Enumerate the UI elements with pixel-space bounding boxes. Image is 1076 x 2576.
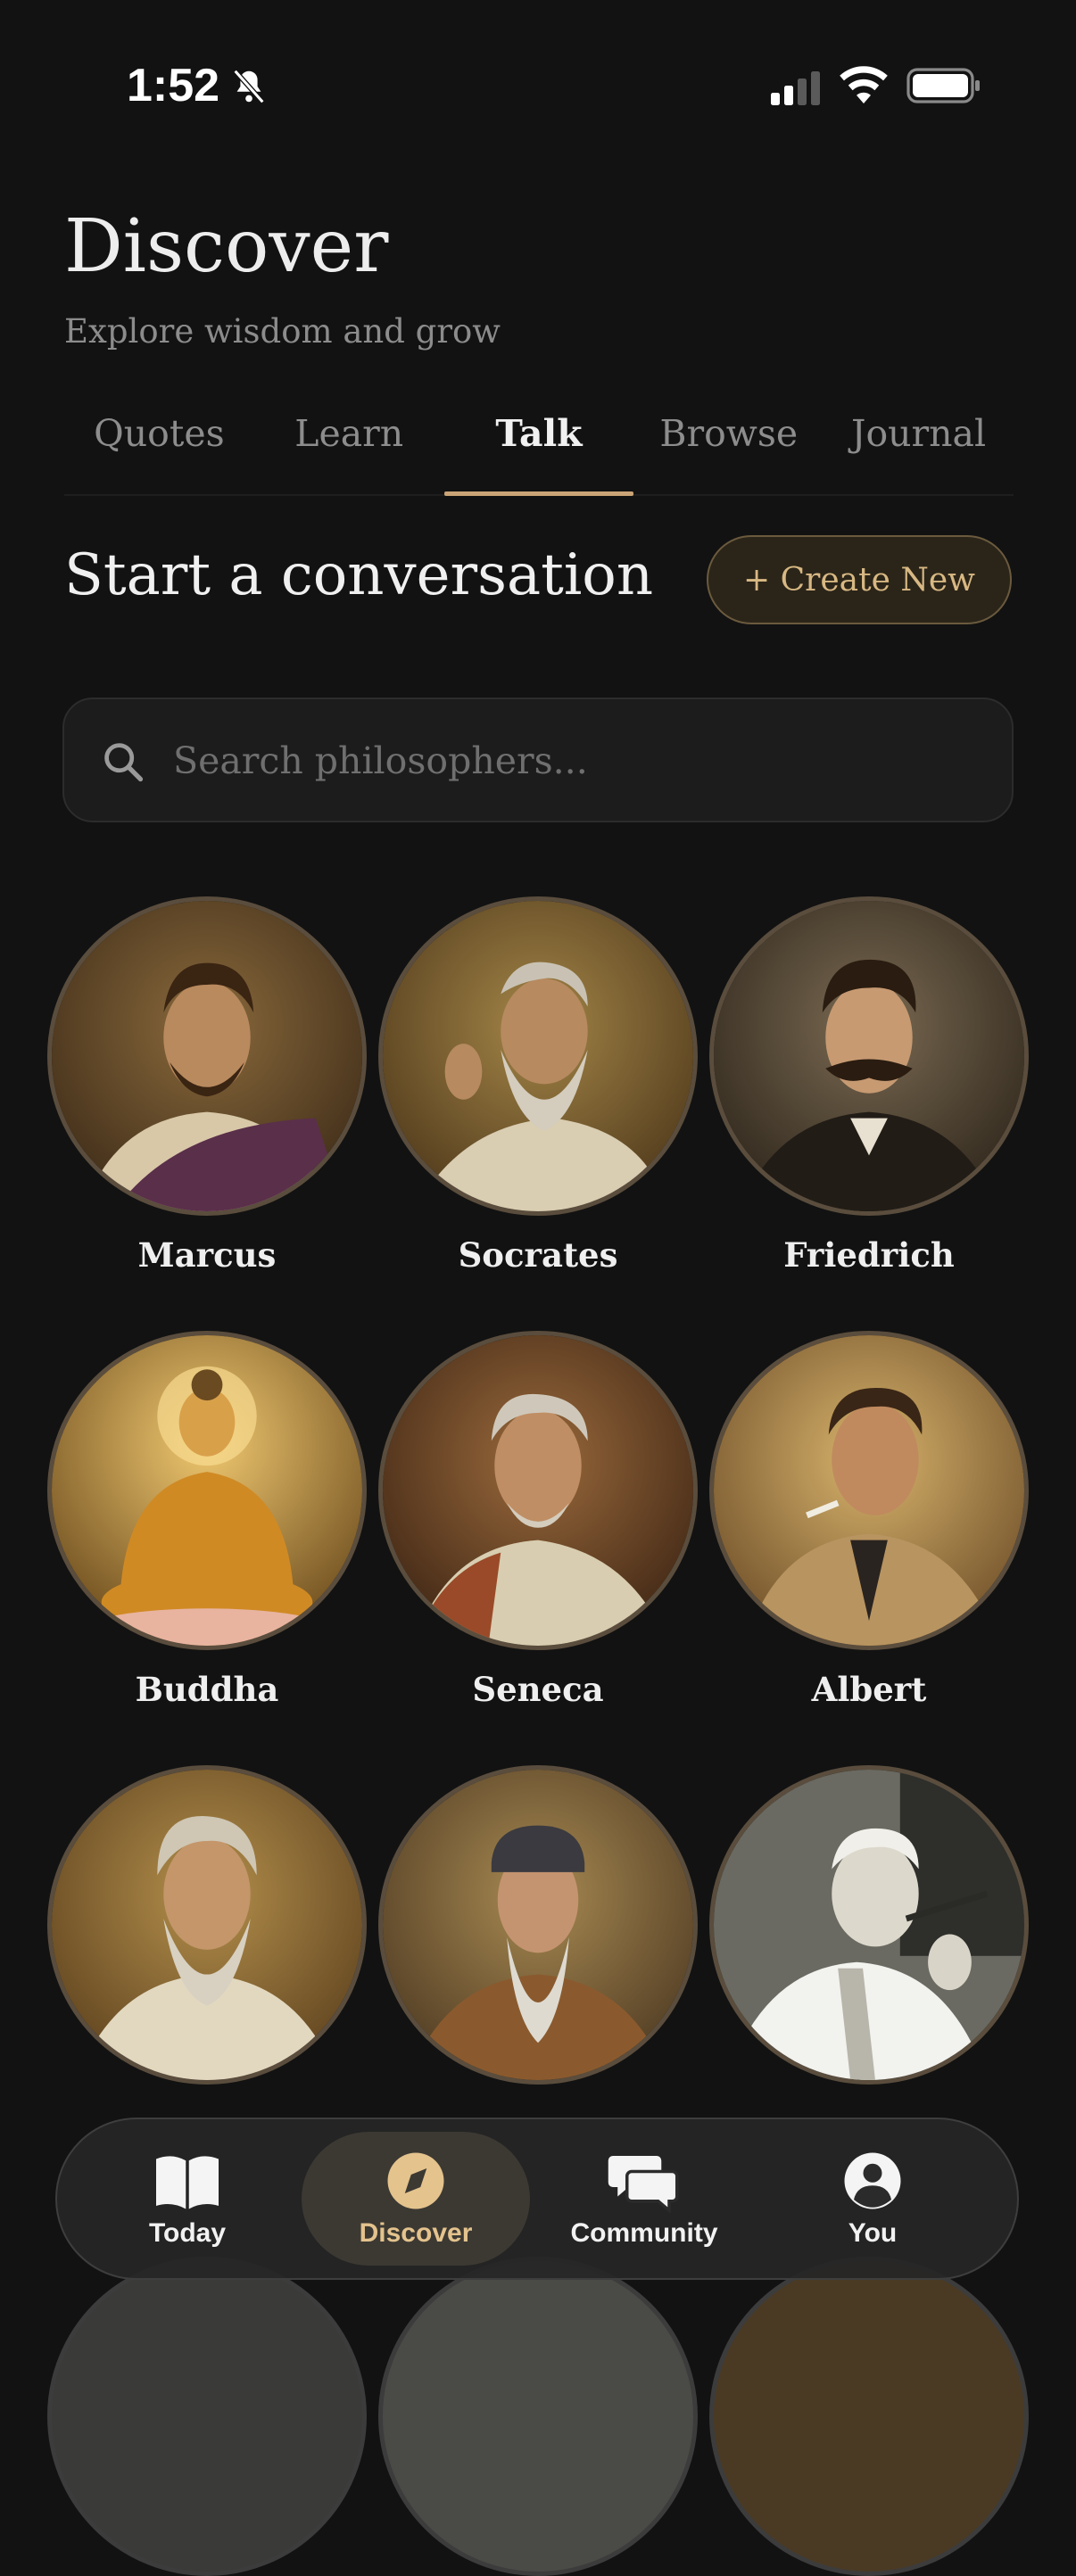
philosopher-card-9[interactable]	[704, 1765, 1034, 2104]
portrait-peek-1	[47, 2257, 367, 2576]
bell-muted-icon	[233, 69, 265, 104]
book-icon	[156, 2156, 219, 2209]
bottom-nav: Today Discover Community You	[55, 2118, 1019, 2280]
page-subtitle: Explore wisdom and grow	[64, 312, 501, 351]
portrait-albert	[709, 1331, 1029, 1650]
portrait-bearded-sage	[47, 1765, 367, 2085]
philosopher-card-friedrich[interactable]: Friedrich	[704, 896, 1034, 1275]
tab-talk[interactable]: Talk	[443, 392, 634, 496]
philosopher-card-albert[interactable]: Albert	[704, 1331, 1034, 1709]
philosopher-name: Buddha	[135, 1670, 279, 1709]
wifi-icon	[840, 66, 888, 103]
philosopher-card-8[interactable]	[373, 1765, 703, 2104]
philosopher-name: Marcus	[137, 1235, 277, 1275]
philosopher-card-marcus[interactable]: Marcus	[42, 896, 372, 1275]
tab-quotes[interactable]: Quotes	[64, 392, 254, 494]
portrait-socrates	[378, 896, 698, 1216]
nav-label: Today	[148, 2218, 227, 2248]
chat-bubbles-icon	[608, 2156, 679, 2213]
page-title: Discover	[64, 204, 389, 289]
nav-you[interactable]: You	[758, 2132, 987, 2266]
philosopher-name: Albert	[811, 1670, 927, 1709]
battery-icon	[906, 68, 980, 103]
search-input[interactable]	[171, 699, 978, 822]
nav-community[interactable]: Community	[530, 2132, 758, 2266]
portrait-eastern-sage	[378, 1765, 698, 2085]
person-icon	[844, 2152, 901, 2209]
cellular-signal-icon	[771, 71, 820, 105]
philosopher-card-7[interactable]	[42, 1765, 372, 2104]
philosopher-card-socrates[interactable]: Socrates	[373, 896, 703, 1275]
philosopher-card-buddha[interactable]: Buddha	[42, 1331, 372, 1709]
philosopher-name: Socrates	[458, 1235, 618, 1275]
section-title: Start a conversation	[64, 542, 654, 608]
nav-today[interactable]: Today	[73, 2132, 302, 2266]
status-time: 1:52	[127, 60, 220, 111]
tab-bar: Quotes Learn Talk Browse Journal	[64, 392, 1014, 496]
nav-label: Discover	[359, 2218, 473, 2248]
portrait-marcus	[47, 896, 367, 1216]
nav-label: Community	[570, 2218, 718, 2248]
nav-label: You	[848, 2218, 898, 2248]
compass-icon	[387, 2152, 444, 2209]
portrait-peek-3	[709, 2257, 1029, 2576]
portrait-buddha	[47, 1331, 367, 1650]
status-bar: 1:52	[0, 0, 1076, 178]
portrait-peek-2	[378, 2257, 698, 2576]
philosopher-name: Friedrich	[783, 1235, 955, 1275]
tab-journal[interactable]: Journal	[824, 392, 1014, 494]
portrait-pipe-smoker	[709, 1765, 1029, 2085]
search-icon	[104, 743, 144, 782]
philosopher-name: Seneca	[472, 1670, 604, 1709]
create-new-button[interactable]: + Create New	[707, 535, 1012, 624]
tab-browse[interactable]: Browse	[633, 392, 824, 494]
search-bar[interactable]	[62, 698, 1014, 822]
philosopher-card-seneca[interactable]: Seneca	[373, 1331, 703, 1709]
tab-learn[interactable]: Learn	[254, 392, 444, 494]
portrait-seneca	[378, 1331, 698, 1650]
portrait-friedrich	[709, 896, 1029, 1216]
nav-discover[interactable]: Discover	[302, 2132, 530, 2266]
